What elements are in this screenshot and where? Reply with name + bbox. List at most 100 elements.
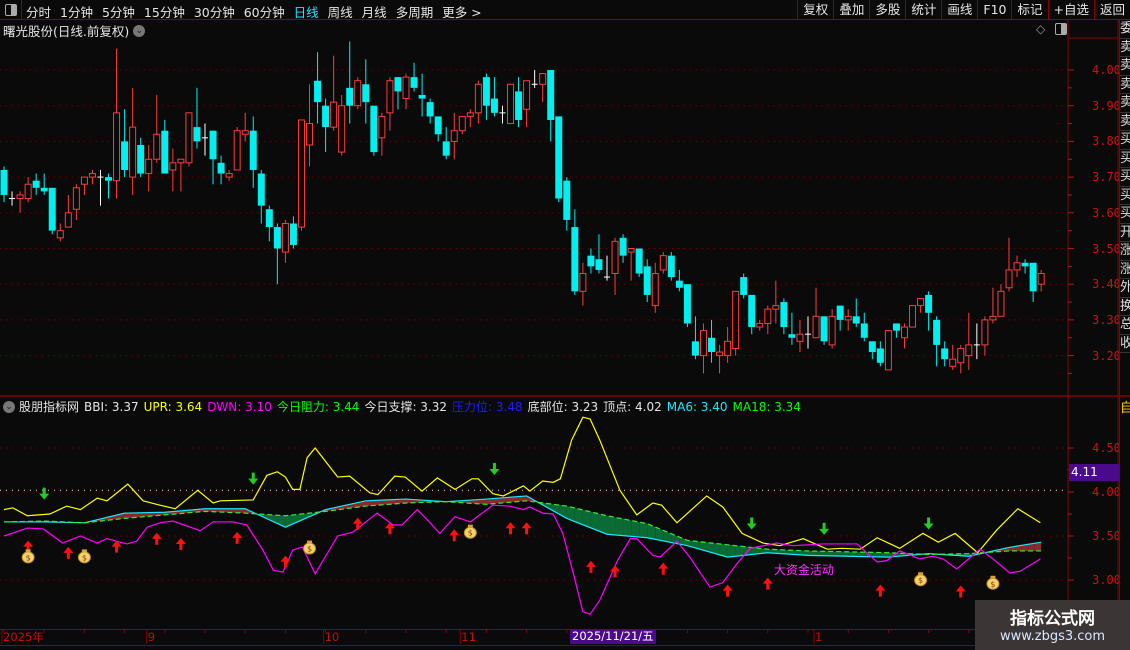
band-fill-down: [607, 515, 616, 535]
sell-arrow-icon: [923, 517, 934, 530]
side-panel-label[interactable]: 买: [1120, 168, 1130, 187]
candle-down: [410, 77, 418, 88]
candle-down: [346, 87, 354, 106]
watermark-title: 指标公式网: [1010, 609, 1095, 629]
date-axis: 2025年 9 10 11 1: [0, 629, 1068, 646]
candle-down: [691, 341, 699, 356]
sell-arrow-icon: [746, 517, 757, 530]
candle-up: [1037, 272, 1045, 285]
candle-down: [434, 116, 442, 135]
buy-arrow-icon: [175, 538, 186, 551]
money-bag-symbol: $: [990, 580, 995, 589]
candle-down: [289, 223, 297, 245]
candle-up: [56, 230, 64, 239]
quote-side-panel[interactable]: 委卖卖卖卖卖买买买买买开涨涨外换总收: [1119, 20, 1130, 396]
buy-arrow-icon: [585, 560, 596, 573]
candle-up: [756, 322, 764, 328]
indicator-tick-label: 4.50: [1092, 441, 1121, 455]
side-panel-label[interactable]: 委: [1120, 20, 1130, 39]
candle-up: [306, 123, 314, 146]
candle-down: [314, 80, 322, 103]
side-panel-label[interactable]: 买: [1120, 187, 1130, 205]
candle-up: [507, 83, 515, 125]
candle-up: [812, 315, 820, 339]
buy-arrow-icon: [232, 531, 243, 544]
side-panel-label[interactable]: 总: [1120, 316, 1130, 335]
candle-down: [209, 130, 217, 160]
candle-down: [394, 77, 402, 92]
candle-down: [892, 323, 900, 331]
side-panel-label[interactable]: 买: [1120, 150, 1130, 168]
candle-down: [490, 98, 498, 113]
candle-up: [724, 340, 732, 357]
candle-up: [909, 305, 917, 328]
money-bag-tie: [25, 549, 31, 553]
side-panel-label[interactable]: 收: [1120, 335, 1130, 353]
candle-down: [876, 348, 884, 363]
price-tick-label: 3.90: [1092, 98, 1121, 113]
candle-up: [539, 73, 547, 85]
candle-up: [1013, 262, 1021, 271]
candle-down: [860, 323, 868, 338]
legend-item: 底部位: 3.23: [527, 400, 599, 414]
candle-down: [1021, 262, 1029, 267]
side-panel-label[interactable]: 卖: [1120, 57, 1130, 76]
side-panel-label[interactable]: 买: [1120, 131, 1130, 150]
candle-down: [121, 141, 129, 170]
indicator-name[interactable]: 股朋指标网: [19, 398, 79, 415]
candle-down: [249, 130, 257, 170]
indicator-tick-label: 4.00: [1092, 485, 1121, 499]
candle-down: [0, 169, 8, 195]
band-fill-down: [623, 518, 632, 537]
candle-down: [675, 280, 683, 288]
price-tick-label: 3.60: [1092, 205, 1121, 220]
strip-label: 自: [1120, 397, 1130, 416]
side-panel-label[interactable]: 换: [1120, 298, 1130, 316]
buy-arrow-icon: [449, 529, 460, 542]
candle-down: [595, 259, 603, 270]
chevron-down-icon[interactable]: ⌄: [3, 400, 15, 413]
side-panel-label[interactable]: 卖: [1120, 76, 1130, 94]
side-panel-label[interactable]: 涨: [1120, 261, 1130, 279]
candle-up: [378, 115, 386, 139]
chart-canvas[interactable]: $ $ $ $ $ $: [0, 0, 1130, 650]
candle-up: [16, 194, 24, 200]
indicator-tick-label: 3.00: [1092, 573, 1121, 587]
legend-item: MA18: 3.34: [732, 399, 801, 414]
candle-up: [659, 255, 667, 271]
date-label: 10: [324, 630, 340, 644]
candle-down: [587, 255, 595, 267]
band-fill-down: [639, 522, 648, 538]
side-panel-label[interactable]: 外: [1120, 279, 1130, 298]
candle-up: [145, 158, 153, 175]
candle-up: [72, 187, 80, 210]
side-panel-label[interactable]: 卖: [1120, 94, 1130, 113]
candle-down: [257, 173, 265, 206]
candle-up: [233, 130, 241, 171]
money-bag-symbol: $: [918, 576, 923, 585]
candle-up: [450, 130, 458, 142]
candle-up: [989, 315, 997, 321]
money-bag-tie: [467, 524, 473, 528]
indicator-legend: ⌄ 股朋指标网 BBI: 3.37 UPR: 3.64 DWN: 3.10 今日阻力:…: [3, 398, 806, 415]
side-panel-label[interactable]: 买: [1120, 205, 1130, 224]
side-panel-label[interactable]: 卖: [1120, 113, 1130, 131]
candle-up: [523, 80, 531, 110]
candle-down: [370, 105, 378, 153]
side-panel-label[interactable]: 开: [1120, 224, 1130, 242]
candle-down: [105, 177, 113, 181]
candle-up: [402, 76, 410, 100]
side-panel-label[interactable]: 涨: [1120, 242, 1130, 261]
band-fill-down: [727, 544, 736, 558]
candle-down: [820, 316, 828, 342]
candle-down: [426, 102, 434, 117]
buy-arrow-icon: [521, 522, 532, 535]
indicator-side-panel[interactable]: 自: [1119, 397, 1130, 629]
candle-up: [88, 173, 96, 178]
money-bag-tie: [307, 540, 313, 544]
side-panel-label[interactable]: 卖: [1120, 39, 1130, 57]
candle-down: [32, 180, 40, 188]
candle-up: [225, 173, 233, 178]
candle-up: [458, 115, 466, 132]
price-tick-label: 3.70: [1092, 170, 1121, 185]
